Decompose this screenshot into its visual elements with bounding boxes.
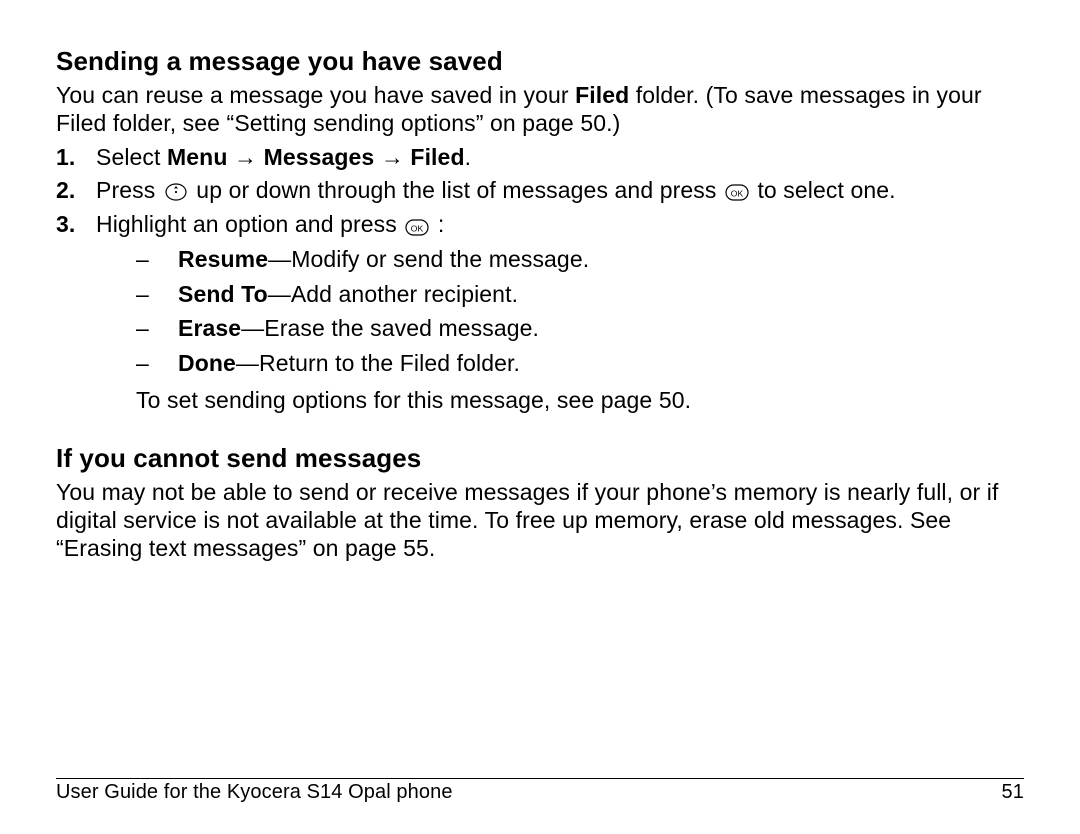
option-label: Erase [178,315,241,341]
option-desc: —Add another recipient. [268,281,518,307]
footer-title: User Guide for the Kyocera S14 Opal phon… [56,781,453,804]
step2-text-b: up or down through the list of messages … [196,177,723,203]
option-desc: —Return to the Filed folder. [236,350,520,376]
nav-circle-icon [164,177,188,206]
svg-text:OK: OK [731,189,744,199]
step2-text-a: Press [96,177,162,203]
step3-followup: To set sending options for this message,… [136,386,1024,415]
option-desc: —Erase the saved message. [241,315,539,341]
options-list: Resume—Modify or send the message. Send … [136,242,1024,380]
step3-text-a: Highlight an option and press [96,211,403,237]
step3-text-b: : [438,211,445,237]
page-number: 51 [1002,781,1024,804]
option-label: Send To [178,281,268,307]
step1-text-a: Select [96,144,167,170]
option-desc: —Modify or send the message. [268,246,589,272]
step1-menu: Menu [167,144,227,170]
step1-filed: Filed [410,144,464,170]
option-label: Done [178,350,236,376]
svg-text:OK: OK [411,223,424,233]
option-label: Resume [178,246,268,272]
section-heading-cannot-send: If you cannot send messages [56,443,1024,474]
arrow-icon: → [374,144,410,170]
intro-paragraph: You can reuse a message you have saved i… [56,81,1024,137]
ok-key-icon: OK [725,177,749,206]
section-heading-sending: Sending a message you have saved [56,46,1024,77]
option-send-to: Send To—Add another recipient. [136,277,1024,312]
intro-text-a: You can reuse a message you have saved i… [56,82,575,108]
page-footer: User Guide for the Kyocera S14 Opal phon… [56,778,1024,804]
step-2: Press up or down through the list of mes… [56,176,1024,206]
step-1: Select Menu → Messages → Filed. [56,143,1024,172]
step1-period: . [465,144,472,170]
step1-messages: Messages [264,144,375,170]
steps-list: Select Menu → Messages → Filed. Press up… [56,143,1024,415]
option-done: Done—Return to the Filed folder. [136,346,1024,381]
cannot-send-body: You may not be able to send or receive m… [56,478,1024,562]
arrow-icon: → [227,144,263,170]
step2-text-c: to select one. [757,177,895,203]
intro-filed-bold: Filed [575,82,629,108]
step-3: Highlight an option and press OK : Resum… [56,210,1024,415]
option-erase: Erase—Erase the saved message. [136,311,1024,346]
ok-key-icon: OK [405,212,429,241]
option-resume: Resume—Modify or send the message. [136,242,1024,277]
